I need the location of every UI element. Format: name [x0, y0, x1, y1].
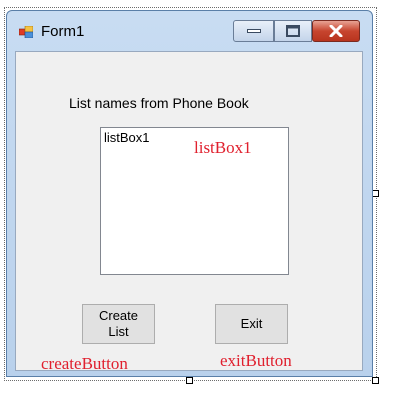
create-list-button[interactable]: Create List — [82, 304, 155, 344]
minimize-icon — [246, 29, 261, 33]
listbox-placeholder-item: listBox1 — [104, 130, 150, 145]
maximize-button[interactable] — [274, 20, 312, 42]
window-title: Form1 — [41, 23, 85, 40]
exit-button-annotation: exitButton — [220, 351, 292, 370]
resize-grip-bottom-right[interactable] — [372, 377, 379, 384]
title-bar[interactable]: Form1 — [7, 11, 372, 51]
maximize-icon — [286, 25, 300, 37]
close-button[interactable] — [312, 20, 360, 42]
exit-button-label: Exit — [240, 316, 263, 331]
resize-grip-bottom[interactable] — [186, 377, 193, 384]
form-client-area: List names from Phone Book listBox1 list… — [15, 51, 363, 373]
minimize-button[interactable] — [233, 20, 274, 42]
create-button-annotation: createButton — [41, 354, 128, 373]
exit-button[interactable]: Exit — [215, 304, 288, 344]
phone-book-label: List names from Phone Book — [69, 95, 249, 111]
create-list-button-label: Create List — [98, 308, 139, 339]
resize-grip-right[interactable] — [372, 190, 379, 197]
names-listbox[interactable]: listBox1 listBox1 — [100, 127, 289, 275]
close-icon — [329, 25, 343, 37]
form-icon — [19, 26, 33, 38]
form-window: Form1 List names from Phone Book listBox… — [6, 10, 373, 377]
listbox-annotation: listBox1 — [194, 138, 252, 157]
